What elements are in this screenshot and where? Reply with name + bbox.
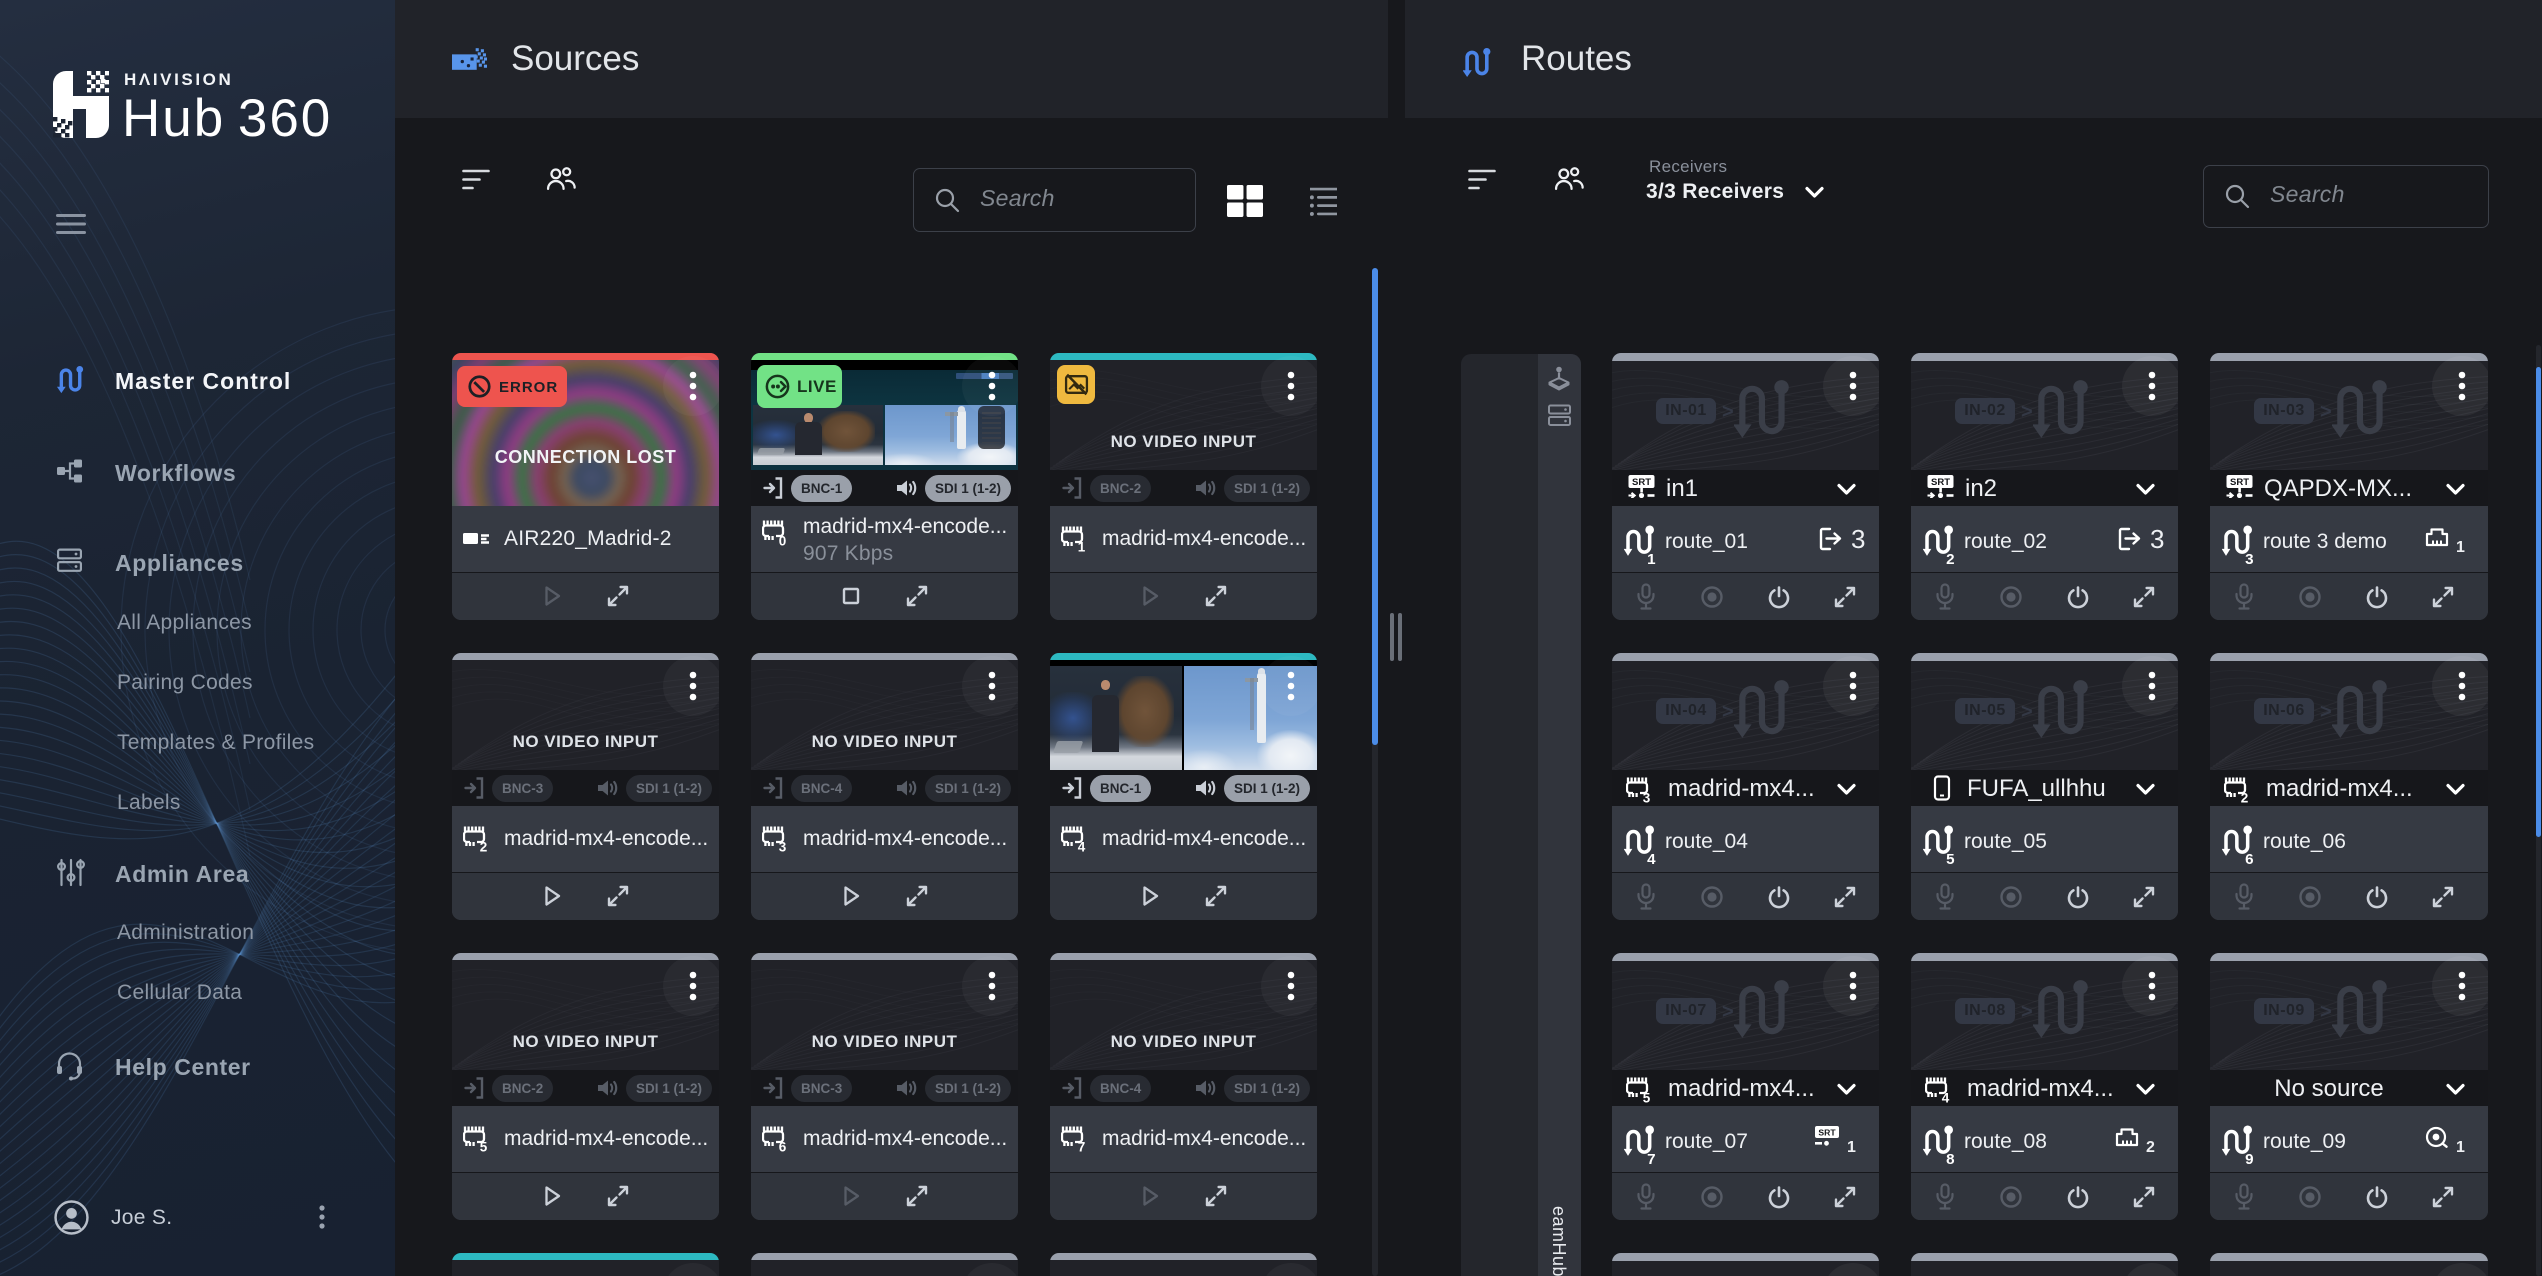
svg-text:4: 4: [1078, 840, 1086, 853]
svg-text:SRT: SRT: [1632, 477, 1651, 488]
svg-text:3: 3: [2245, 551, 2253, 564]
svg-text:2: 2: [2241, 791, 2249, 804]
svg-text:SRT: SRT: [2230, 477, 2249, 488]
svg-text:2: 2: [1946, 551, 1954, 564]
svg-text:4: 4: [1647, 851, 1656, 864]
svg-text:9: 9: [2245, 1151, 2253, 1164]
svg-text:1: 1: [1647, 551, 1655, 564]
svg-text:5: 5: [1643, 1091, 1651, 1104]
svg-text:3: 3: [1643, 791, 1651, 804]
svg-text:SRT: SRT: [1818, 1127, 1836, 1137]
svg-text:0: 0: [779, 534, 787, 547]
svg-text:1: 1: [1078, 540, 1086, 553]
svg-text:7: 7: [1647, 1151, 1655, 1164]
svg-text:5: 5: [480, 1140, 488, 1153]
svg-text:4: 4: [1942, 1091, 1950, 1104]
svg-text:6: 6: [2245, 851, 2253, 864]
svg-text:7: 7: [1078, 1140, 1086, 1153]
svg-text:5: 5: [1946, 851, 1954, 864]
svg-text:6: 6: [779, 1140, 787, 1153]
svg-text:2: 2: [480, 840, 488, 853]
svg-text:SRT: SRT: [1931, 477, 1950, 488]
svg-text:8: 8: [1946, 1151, 1954, 1164]
svg-text:3: 3: [779, 840, 787, 853]
